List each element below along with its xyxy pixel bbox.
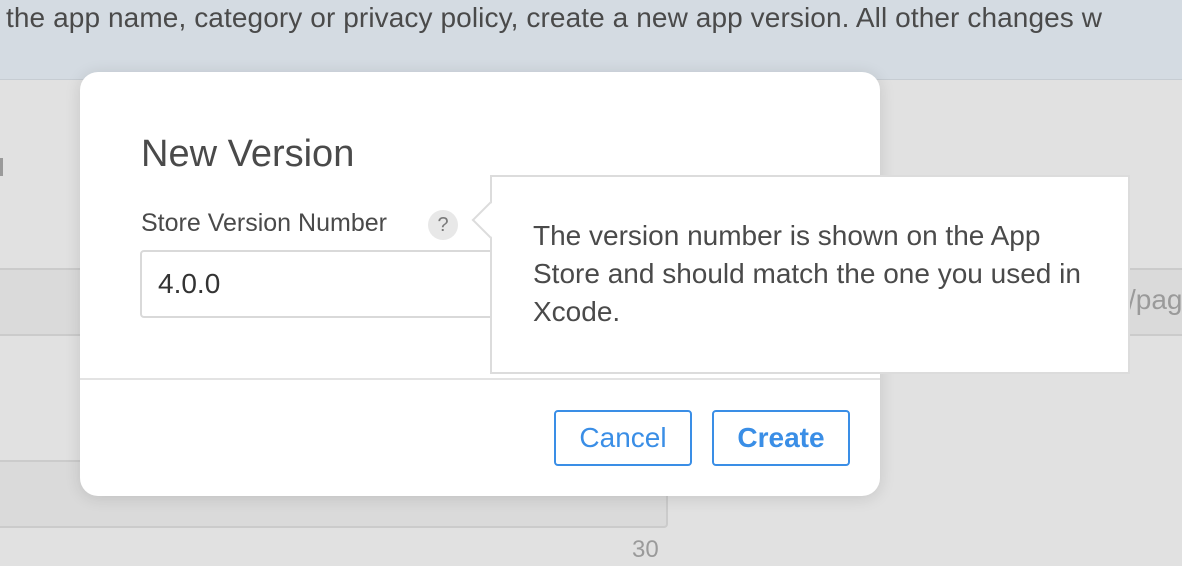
dialog-title: New Version — [141, 133, 355, 175]
help-tooltip: The version number is shown on the App S… — [471, 175, 1130, 374]
background-text-fragment — [0, 158, 3, 176]
cancel-button[interactable]: Cancel — [554, 410, 692, 466]
banner-text: the app name, category or privacy policy… — [6, 2, 1103, 33]
dialog-divider — [80, 378, 880, 380]
create-button[interactable]: Create — [712, 410, 850, 466]
tooltip-text: The version number is shown on the App S… — [533, 220, 1081, 327]
info-banner: the app name, category or privacy policy… — [0, 0, 1182, 80]
character-counter: 30 — [632, 536, 659, 563]
store-version-number-label: Store Version Number — [141, 209, 387, 237]
help-question-icon[interactable]: ? — [428, 210, 458, 240]
background-url-text: /pag — [1128, 284, 1182, 315]
